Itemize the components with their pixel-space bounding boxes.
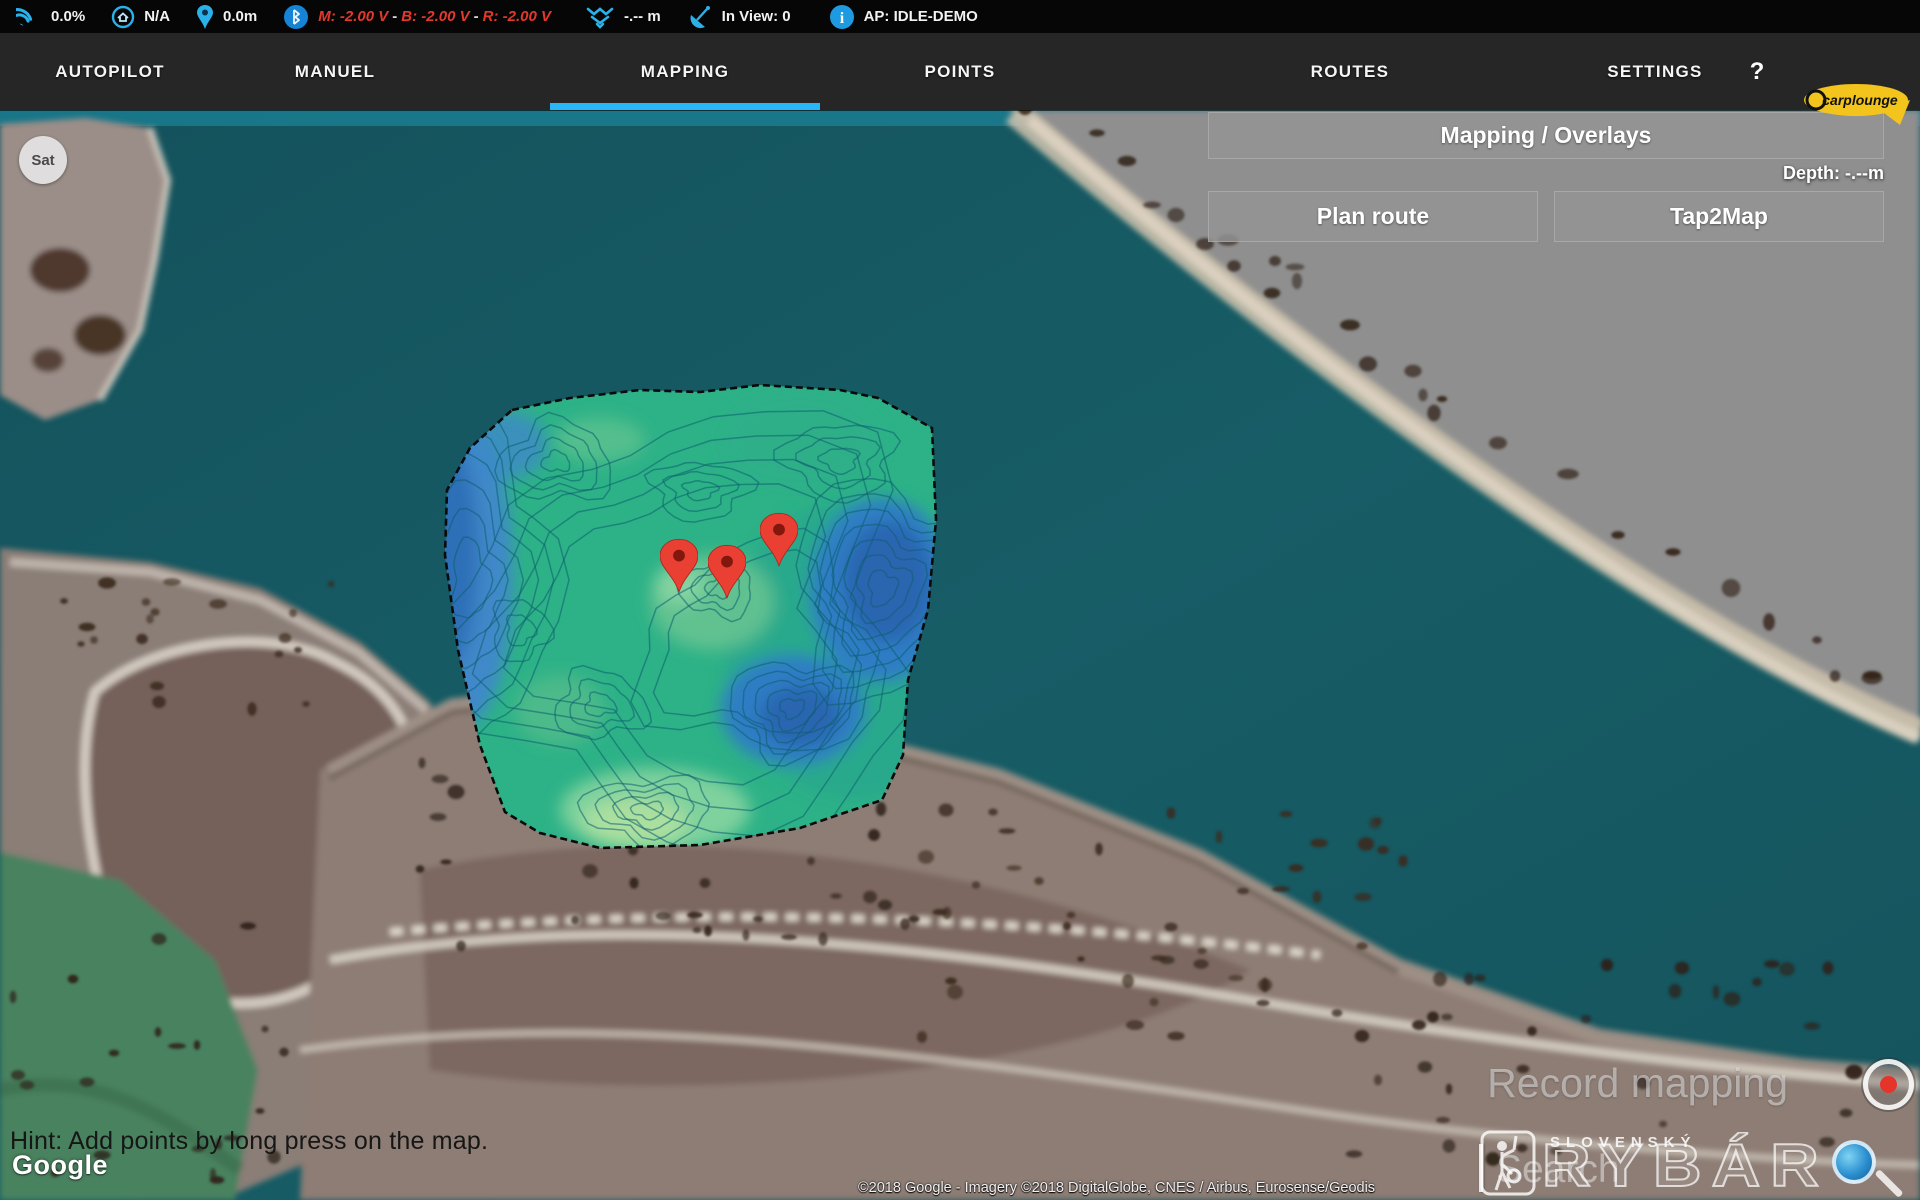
active-tab-underline [550, 103, 820, 110]
carplounge-logo: carplounge [1802, 80, 1914, 128]
record-mapping-label: Record mapping [1487, 1060, 1788, 1107]
carplounge-app: 0.0% N/A 0.0m M: -2.00 V-B: -2.00 V-R: -… [0, 0, 1920, 1200]
mapping-overlays-button[interactable]: Mapping / Overlays [1208, 112, 1884, 159]
satellite-map[interactable] [0, 110, 1920, 1200]
record-dot-icon [1880, 1076, 1897, 1093]
map-pin-2[interactable] [708, 542, 746, 602]
search-caret [1479, 1144, 1483, 1192]
map-attribution: ©2018 Google - Imagery ©2018 DigitalGlob… [858, 1180, 1375, 1196]
main-nav: AUTOPILOT MANUEL MAPPING POINTS ROUTES S… [0, 33, 1920, 110]
depth-readout: Depth: -.--m [1208, 163, 1884, 184]
tap2map-button[interactable]: Tap2Map [1554, 191, 1884, 242]
satellites-in-view-value: In View: 0 [722, 8, 791, 25]
sonar-depth-value: -.-- m [624, 8, 661, 25]
gps-accuracy-value: 0.0m [223, 8, 257, 25]
search-input[interactable]: Search [1496, 1148, 1620, 1192]
help-button[interactable]: ? [1750, 33, 1765, 110]
google-logo: Google [12, 1150, 108, 1181]
wifi-icon [16, 6, 42, 28]
tab-mapping[interactable]: MAPPING [641, 33, 729, 110]
sonar-icon [585, 5, 615, 29]
svg-text:i: i [839, 10, 844, 27]
map-pin-1[interactable] [660, 536, 698, 596]
gps-pin-icon [196, 4, 214, 30]
map-pin-3[interactable] [760, 510, 798, 570]
info-icon: i [829, 4, 855, 30]
voltage-main: M: -2.00 V [318, 8, 388, 25]
tab-manuel[interactable]: MANUEL [295, 33, 376, 110]
tab-routes[interactable]: ROUTES [1311, 33, 1390, 110]
tab-settings[interactable]: SETTINGS [1607, 33, 1702, 110]
voltage-bait: B: -2.00 V [401, 8, 469, 25]
voltage-readout: M: -2.00 V-B: -2.00 V-R: -2.00 V [318, 8, 551, 25]
tab-autopilot[interactable]: AUTOPILOT [55, 33, 165, 110]
plan-route-button[interactable]: Plan route [1208, 191, 1538, 242]
satellite-dish-icon [687, 5, 713, 29]
home-icon [111, 5, 135, 29]
tab-points[interactable]: POINTS [924, 33, 995, 110]
record-mapping-button[interactable] [1863, 1059, 1914, 1110]
logo-text: carplounge [1822, 92, 1898, 108]
voltage-receiver: R: -2.00 V [483, 8, 551, 25]
home-distance-value: N/A [144, 8, 170, 25]
wifi-value: 0.0% [51, 8, 85, 25]
sat-layer-button[interactable]: Sat [19, 136, 67, 184]
status-bar: 0.0% N/A 0.0m M: -2.00 V-B: -2.00 V-R: -… [0, 0, 1920, 33]
autopilot-state-value: AP: IDLE-DEMO [864, 8, 978, 25]
battery-bluetooth-icon [283, 4, 309, 30]
